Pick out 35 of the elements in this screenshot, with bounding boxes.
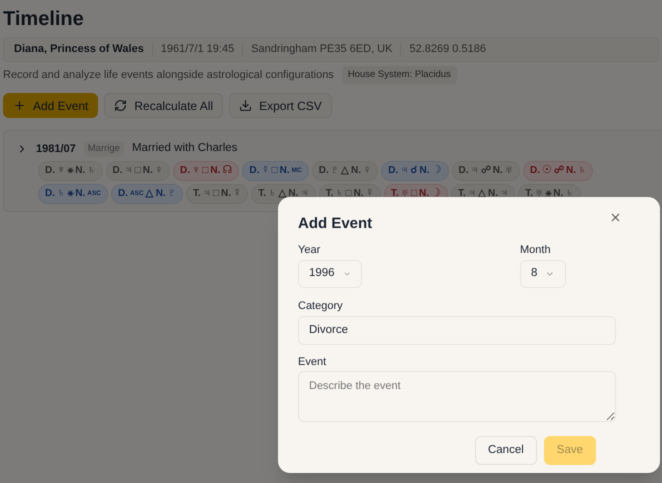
category-field[interactable]: Divorce [298, 316, 616, 344]
plus-icon [13, 99, 26, 112]
category-label: Category [298, 299, 344, 314]
aspect-tag: D. ♆ □ N. ☊ [173, 160, 240, 180]
year-label: Year [298, 242, 322, 258]
download-icon [239, 99, 252, 112]
action-button[interactable]: Export CSV [229, 93, 332, 118]
birth-date: 1961/7/1 19:45 [160, 42, 234, 58]
close-button[interactable] [609, 211, 622, 224]
month-select[interactable]: 8 [520, 260, 566, 288]
page-title: Timeline [3, 7, 85, 32]
aspect-tag: D. ♃ □ N. ♀ [106, 160, 170, 180]
description: Record and analyze life events alongside astrological configurations [3, 68, 334, 83]
event-date: 1981/07 [36, 142, 76, 157]
dialog-title: Add Event [298, 214, 372, 234]
close-icon [609, 211, 622, 224]
refresh-icon [114, 99, 128, 112]
coordinates: 52.8269 0.5186 [409, 42, 486, 58]
aspect-tag: T. ♃ □ N. ☿ [186, 184, 248, 204]
month-label: Month [520, 242, 552, 258]
aspect-tag: D. ♃ ☌ N. ☽ [381, 160, 448, 180]
aspect-tag: D. ♆ ⚹ N. ♄ [38, 160, 102, 180]
aspect-tag: D. ☉ ☍ N. ♄ [523, 160, 594, 180]
year-select[interactable]: 1996 [298, 260, 362, 288]
birth-place: Sandringham PE35 6ED, UK [251, 42, 392, 58]
aspect-tag: D. ♃ ☍ N. ♅ [452, 160, 520, 180]
house-system-tag: House System: Placidus [342, 66, 457, 84]
person-name: Diana, Princess of Wales [14, 42, 144, 58]
event-field[interactable]: Describe the event [298, 371, 616, 422]
cancel-button[interactable]: Cancel [474, 436, 537, 465]
category-tag: Marrige [84, 140, 124, 157]
aspect-tag: D. ♇ △ N. ♀ [312, 160, 378, 180]
action-button[interactable]: Recalculate All [104, 93, 224, 118]
event-label: Event [298, 354, 328, 370]
event-title: Married with Charles [132, 141, 238, 156]
